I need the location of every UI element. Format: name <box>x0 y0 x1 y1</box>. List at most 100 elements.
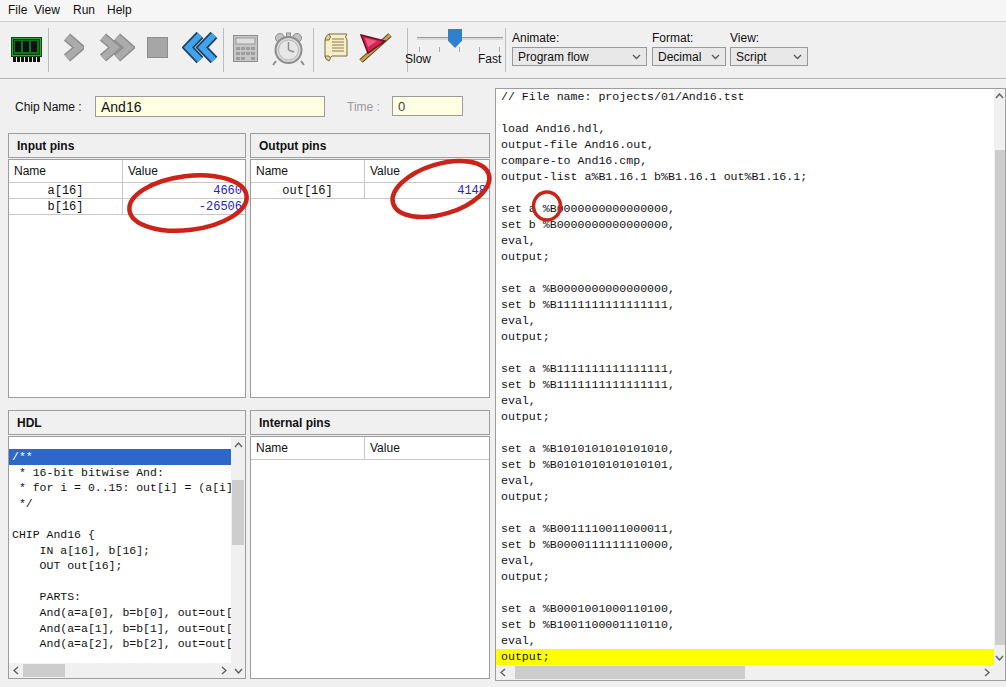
hdl-panel: HDL /** * 16-bit bitwise And: * for i = … <box>8 410 246 679</box>
code-line: // File name: projects/01/And16.tst <box>501 89 994 105</box>
toolbar-separator <box>313 28 314 72</box>
column-header-value[interactable]: Value <box>123 160 245 182</box>
run-icon[interactable] <box>98 33 135 66</box>
menu-help[interactable]: Help <box>107 3 132 17</box>
reset-icon[interactable] <box>182 31 220 68</box>
toolbar: Slow Fast Animate: Program flow Format: … <box>0 23 1006 79</box>
code-line: compare-to And16.cmp, <box>501 153 994 169</box>
speed-slider-thumb[interactable] <box>448 29 462 48</box>
script-vertical-scrollbar[interactable] <box>994 89 1005 665</box>
input-pins-table[interactable]: Name Value a[16]4660b[16]-26506 <box>8 159 246 398</box>
animate-select[interactable]: Program flow <box>512 47 647 66</box>
column-header-value[interactable]: Value <box>365 437 489 459</box>
single-step-icon[interactable] <box>62 33 84 66</box>
scrollbar-corner <box>994 665 1005 680</box>
code-line: IN a[16], b[16]; <box>12 543 231 559</box>
animate-value: Program flow <box>518 50 589 64</box>
code-line: */ <box>12 496 231 512</box>
code-line <box>501 265 994 281</box>
pin-value: 4660 <box>123 183 245 198</box>
menu-run[interactable]: Run <box>73 3 95 17</box>
column-header-value[interactable]: Value <box>365 160 489 182</box>
hdl-horizontal-scrollbar[interactable] <box>9 663 231 678</box>
code-line: output; <box>501 489 994 505</box>
view-value: Script <box>736 50 767 64</box>
scroll-left-icon[interactable] <box>9 663 23 678</box>
slider-tick <box>459 47 460 52</box>
code-line: And(a=a[2], b=b[2], out=out[ <box>12 636 231 652</box>
input-pins-panel: Input pins Name Value a[16]4660b[16]-265… <box>8 133 246 398</box>
scroll-right-icon[interactable] <box>980 665 994 680</box>
code-line: load And16.hdl, <box>501 121 994 137</box>
code-line: /** <box>9 449 231 465</box>
scroll-up-icon[interactable] <box>994 89 1005 103</box>
code-line: eval, <box>501 473 994 489</box>
input-pins-title: Input pins <box>8 133 246 158</box>
calculator-icon[interactable] <box>232 34 262 68</box>
scrollbar-thumb[interactable] <box>515 666 745 679</box>
script-icon[interactable] <box>322 32 351 67</box>
clock-icon[interactable] <box>270 32 307 70</box>
table-row[interactable]: out[16]4148 <box>251 183 489 199</box>
hdl-code-area[interactable]: /** * 16-bit bitwise And: * for i = 0..1… <box>9 437 231 663</box>
code-line <box>501 585 994 601</box>
menu-file[interactable]: File <box>8 3 27 17</box>
script-code-area[interactable]: // File name: projects/01/And16.tst load… <box>496 89 994 665</box>
code-line <box>501 345 994 361</box>
scrollbar-thumb[interactable] <box>995 150 1005 645</box>
toolbar-separator <box>48 28 49 72</box>
scroll-down-icon[interactable] <box>231 663 245 678</box>
scroll-left-icon[interactable] <box>496 665 510 680</box>
internal-pins-panel: Internal pins Name Value <box>250 410 490 679</box>
format-select[interactable]: Decimal <box>652 47 726 66</box>
column-header-name[interactable]: Name <box>251 437 365 459</box>
pin-value: -26506 <box>123 199 245 214</box>
chevron-down-icon <box>711 54 720 60</box>
code-line: set a %B0000000000000000, <box>501 281 994 297</box>
code-line: set a %B1111111111111111, <box>501 361 994 377</box>
code-line: set b %B1001100001110110, <box>501 617 994 633</box>
time-label: Time : <box>347 100 380 114</box>
table-header: Name Value <box>251 437 489 460</box>
scroll-right-icon[interactable] <box>217 663 231 678</box>
code-line: output; <box>501 249 994 265</box>
column-header-name[interactable]: Name <box>251 160 365 182</box>
code-line: output; <box>501 569 994 585</box>
hdl-vertical-scrollbar[interactable] <box>231 437 245 678</box>
toolbar-separator <box>505 28 506 72</box>
pin-name: a[16] <box>9 183 123 198</box>
chip-icon[interactable] <box>11 36 42 67</box>
chip-name-label: Chip Name : <box>15 100 82 114</box>
pin-name: b[16] <box>9 199 123 214</box>
scrollbar-thumb[interactable] <box>23 664 65 677</box>
script-horizontal-scrollbar[interactable] <box>496 665 994 680</box>
code-line: eval, <box>501 313 994 329</box>
code-line: eval, <box>501 553 994 569</box>
view-select[interactable]: Script <box>730 47 808 66</box>
stop-icon[interactable] <box>147 37 168 62</box>
code-line: * for i = 0..15: out[i] = (a[i] <box>12 480 231 496</box>
column-header-name[interactable]: Name <box>9 160 123 182</box>
code-line: set a %B0000000000000000, <box>501 201 994 217</box>
internal-pins-table[interactable]: Name Value <box>250 436 490 679</box>
chip-name-field[interactable]: And16 <box>95 96 325 117</box>
table-row[interactable]: b[16]-26506 <box>9 199 245 215</box>
code-line <box>501 185 994 201</box>
scroll-down-icon[interactable] <box>994 651 1005 665</box>
script-panel: // File name: projects/01/And16.tst load… <box>495 88 1006 681</box>
scroll-up-icon[interactable] <box>231 437 245 452</box>
output-pins-panel: Output pins Name Value out[16]4148 <box>250 133 490 398</box>
code-line: OUT out[16]; <box>12 558 231 574</box>
code-line <box>501 425 994 441</box>
breakpoint-flag-icon[interactable] <box>357 32 393 67</box>
hdl-title: HDL <box>8 410 246 435</box>
scrollbar-thumb[interactable] <box>232 480 244 545</box>
table-row[interactable]: a[16]4660 <box>9 183 245 199</box>
code-line <box>501 105 994 121</box>
output-pins-table[interactable]: Name Value out[16]4148 <box>250 159 490 398</box>
chevron-down-icon <box>632 54 641 60</box>
animate-label: Animate: <box>512 31 559 45</box>
slider-tick <box>439 47 440 52</box>
code-line: eval, <box>501 393 994 409</box>
menu-view[interactable]: View <box>34 3 60 17</box>
